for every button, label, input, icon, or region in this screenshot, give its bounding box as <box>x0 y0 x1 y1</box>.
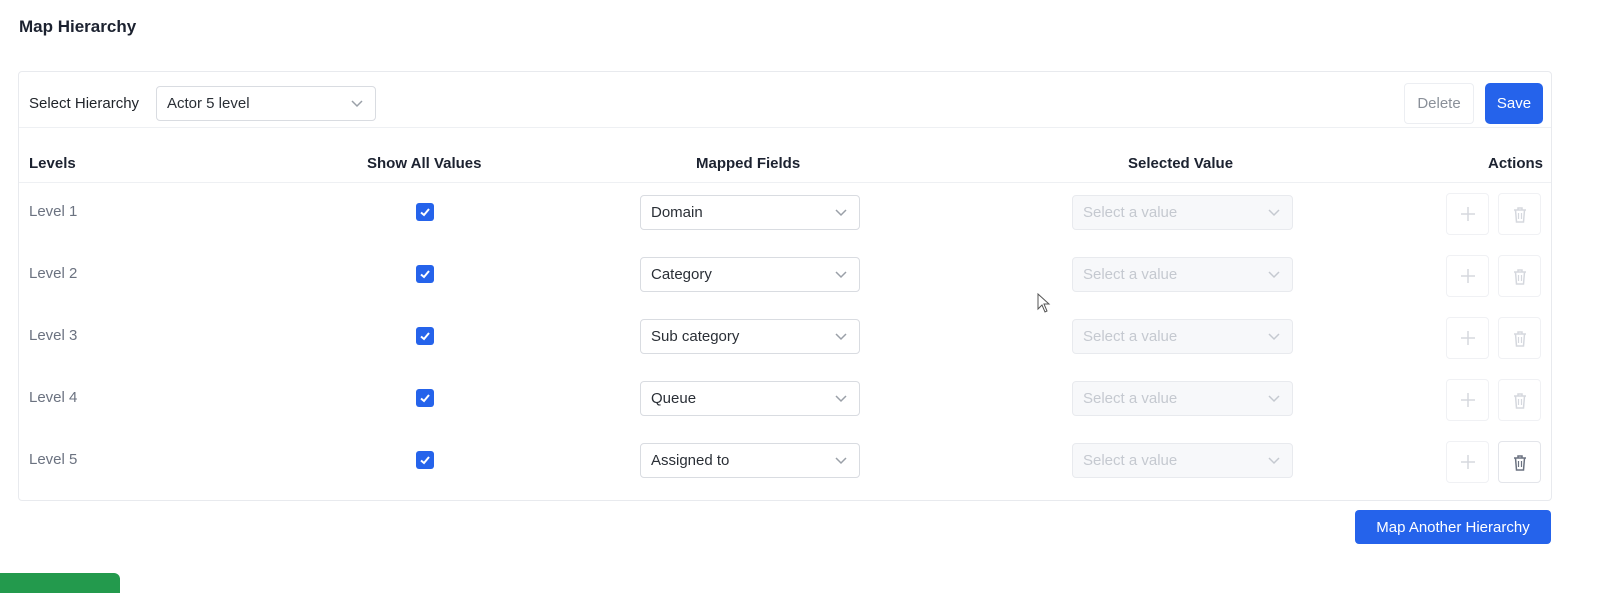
table-row: Level 3 Sub category Select a value <box>19 306 1551 368</box>
save-button[interactable]: Save <box>1485 83 1543 124</box>
selected-value-select[interactable]: Select a value <box>1072 443 1293 478</box>
chevron-down-icon <box>835 395 847 403</box>
chevron-down-icon <box>835 333 847 341</box>
trash-icon <box>1514 207 1526 223</box>
select-hierarchy-label: Select Hierarchy <box>29 95 140 112</box>
plus-icon <box>1461 393 1475 407</box>
chevron-down-icon <box>835 457 847 465</box>
mapped-field-select[interactable]: Assigned to <box>640 443 860 478</box>
trash-icon <box>1514 269 1526 285</box>
chevron-down-icon <box>1268 457 1280 465</box>
add-level-button[interactable] <box>1446 379 1489 421</box>
plus-icon <box>1461 269 1475 283</box>
table-row: Level 2 Category Select a value <box>19 244 1551 306</box>
show-all-checkbox[interactable] <box>416 265 434 283</box>
add-level-button[interactable] <box>1446 193 1489 235</box>
mapped-field-value: Sub category <box>651 328 740 345</box>
mouse-cursor-icon <box>1037 293 1051 313</box>
level-label: Level 3 <box>29 327 78 344</box>
plus-icon <box>1461 455 1475 469</box>
delete-level-button[interactable] <box>1498 255 1541 297</box>
show-all-checkbox[interactable] <box>416 451 434 469</box>
show-all-checkbox[interactable] <box>416 389 434 407</box>
header-mapped-fields: Mapped Fields <box>696 155 801 172</box>
header-actions: Actions <box>1488 155 1544 172</box>
level-label: Level 4 <box>29 389 78 406</box>
mapped-field-value: Category <box>651 266 712 283</box>
add-level-button[interactable] <box>1446 317 1489 359</box>
delete-level-button[interactable] <box>1498 193 1541 235</box>
table-header: Levels Show All Values Mapped Fields Sel… <box>19 128 1551 183</box>
mapped-field-value: Domain <box>651 204 703 221</box>
selected-value-select[interactable]: Select a value <box>1072 381 1293 416</box>
level-label: Level 1 <box>29 203 78 220</box>
chevron-down-icon <box>835 209 847 217</box>
header-show-all-values: Show All Values <box>367 155 482 172</box>
delete-level-button[interactable] <box>1498 317 1541 359</box>
mapped-field-select[interactable]: Queue <box>640 381 860 416</box>
mapped-field-value: Assigned to <box>651 452 730 469</box>
selected-value-placeholder: Select a value <box>1083 328 1178 345</box>
mapped-field-value: Queue <box>651 390 697 407</box>
mapped-field-select[interactable]: Sub category <box>640 319 860 354</box>
level-label: Level 2 <box>29 265 78 282</box>
hierarchy-toolbar: Select Hierarchy Actor 5 level Delete Sa… <box>19 72 1551 128</box>
table-row: Level 4 Queue Select a value <box>19 368 1551 430</box>
delete-button[interactable]: Delete <box>1404 83 1474 124</box>
trash-icon <box>1514 331 1526 347</box>
mapped-field-select[interactable]: Domain <box>640 195 860 230</box>
check-icon <box>420 456 430 465</box>
check-icon <box>420 270 430 279</box>
show-all-checkbox[interactable] <box>416 203 434 221</box>
table-row: Level 1 Domain Select a value <box>19 182 1551 244</box>
trash-icon <box>1514 455 1526 471</box>
hierarchy-select[interactable]: Actor 5 level <box>156 86 376 121</box>
chevron-down-icon <box>1268 395 1280 403</box>
chevron-down-icon <box>835 271 847 279</box>
chevron-down-icon <box>1268 333 1280 341</box>
check-icon <box>420 332 430 341</box>
map-another-hierarchy-button[interactable]: Map Another Hierarchy <box>1355 510 1551 544</box>
chevron-down-icon <box>1268 271 1280 279</box>
green-action-bar[interactable] <box>0 573 120 593</box>
hierarchy-select-value: Actor 5 level <box>167 95 250 112</box>
selected-value-placeholder: Select a value <box>1083 204 1178 221</box>
table-row: Level 5 Assigned to Select a value <box>19 430 1551 492</box>
page-title: Map Hierarchy <box>19 17 137 36</box>
trash-icon <box>1514 393 1526 409</box>
chevron-down-icon <box>1268 209 1280 217</box>
mapped-field-select[interactable]: Category <box>640 257 860 292</box>
plus-icon <box>1461 207 1475 221</box>
check-icon <box>420 394 430 403</box>
selected-value-placeholder: Select a value <box>1083 390 1178 407</box>
check-icon <box>420 208 430 217</box>
delete-level-button[interactable] <box>1498 441 1541 483</box>
plus-icon <box>1461 331 1475 345</box>
level-label: Level 5 <box>29 451 78 468</box>
add-level-button[interactable] <box>1446 441 1489 483</box>
selected-value-select[interactable]: Select a value <box>1072 257 1293 292</box>
selected-value-select[interactable]: Select a value <box>1072 319 1293 354</box>
show-all-checkbox[interactable] <box>416 327 434 345</box>
hierarchy-card: Select Hierarchy Actor 5 level Delete Sa… <box>18 71 1552 501</box>
selected-value-placeholder: Select a value <box>1083 452 1178 469</box>
header-selected-value: Selected Value <box>1128 155 1234 172</box>
selected-value-placeholder: Select a value <box>1083 266 1178 283</box>
selected-value-select[interactable]: Select a value <box>1072 195 1293 230</box>
delete-level-button[interactable] <box>1498 379 1541 421</box>
add-level-button[interactable] <box>1446 255 1489 297</box>
header-levels: Levels <box>29 155 76 172</box>
chevron-down-icon <box>351 100 363 108</box>
